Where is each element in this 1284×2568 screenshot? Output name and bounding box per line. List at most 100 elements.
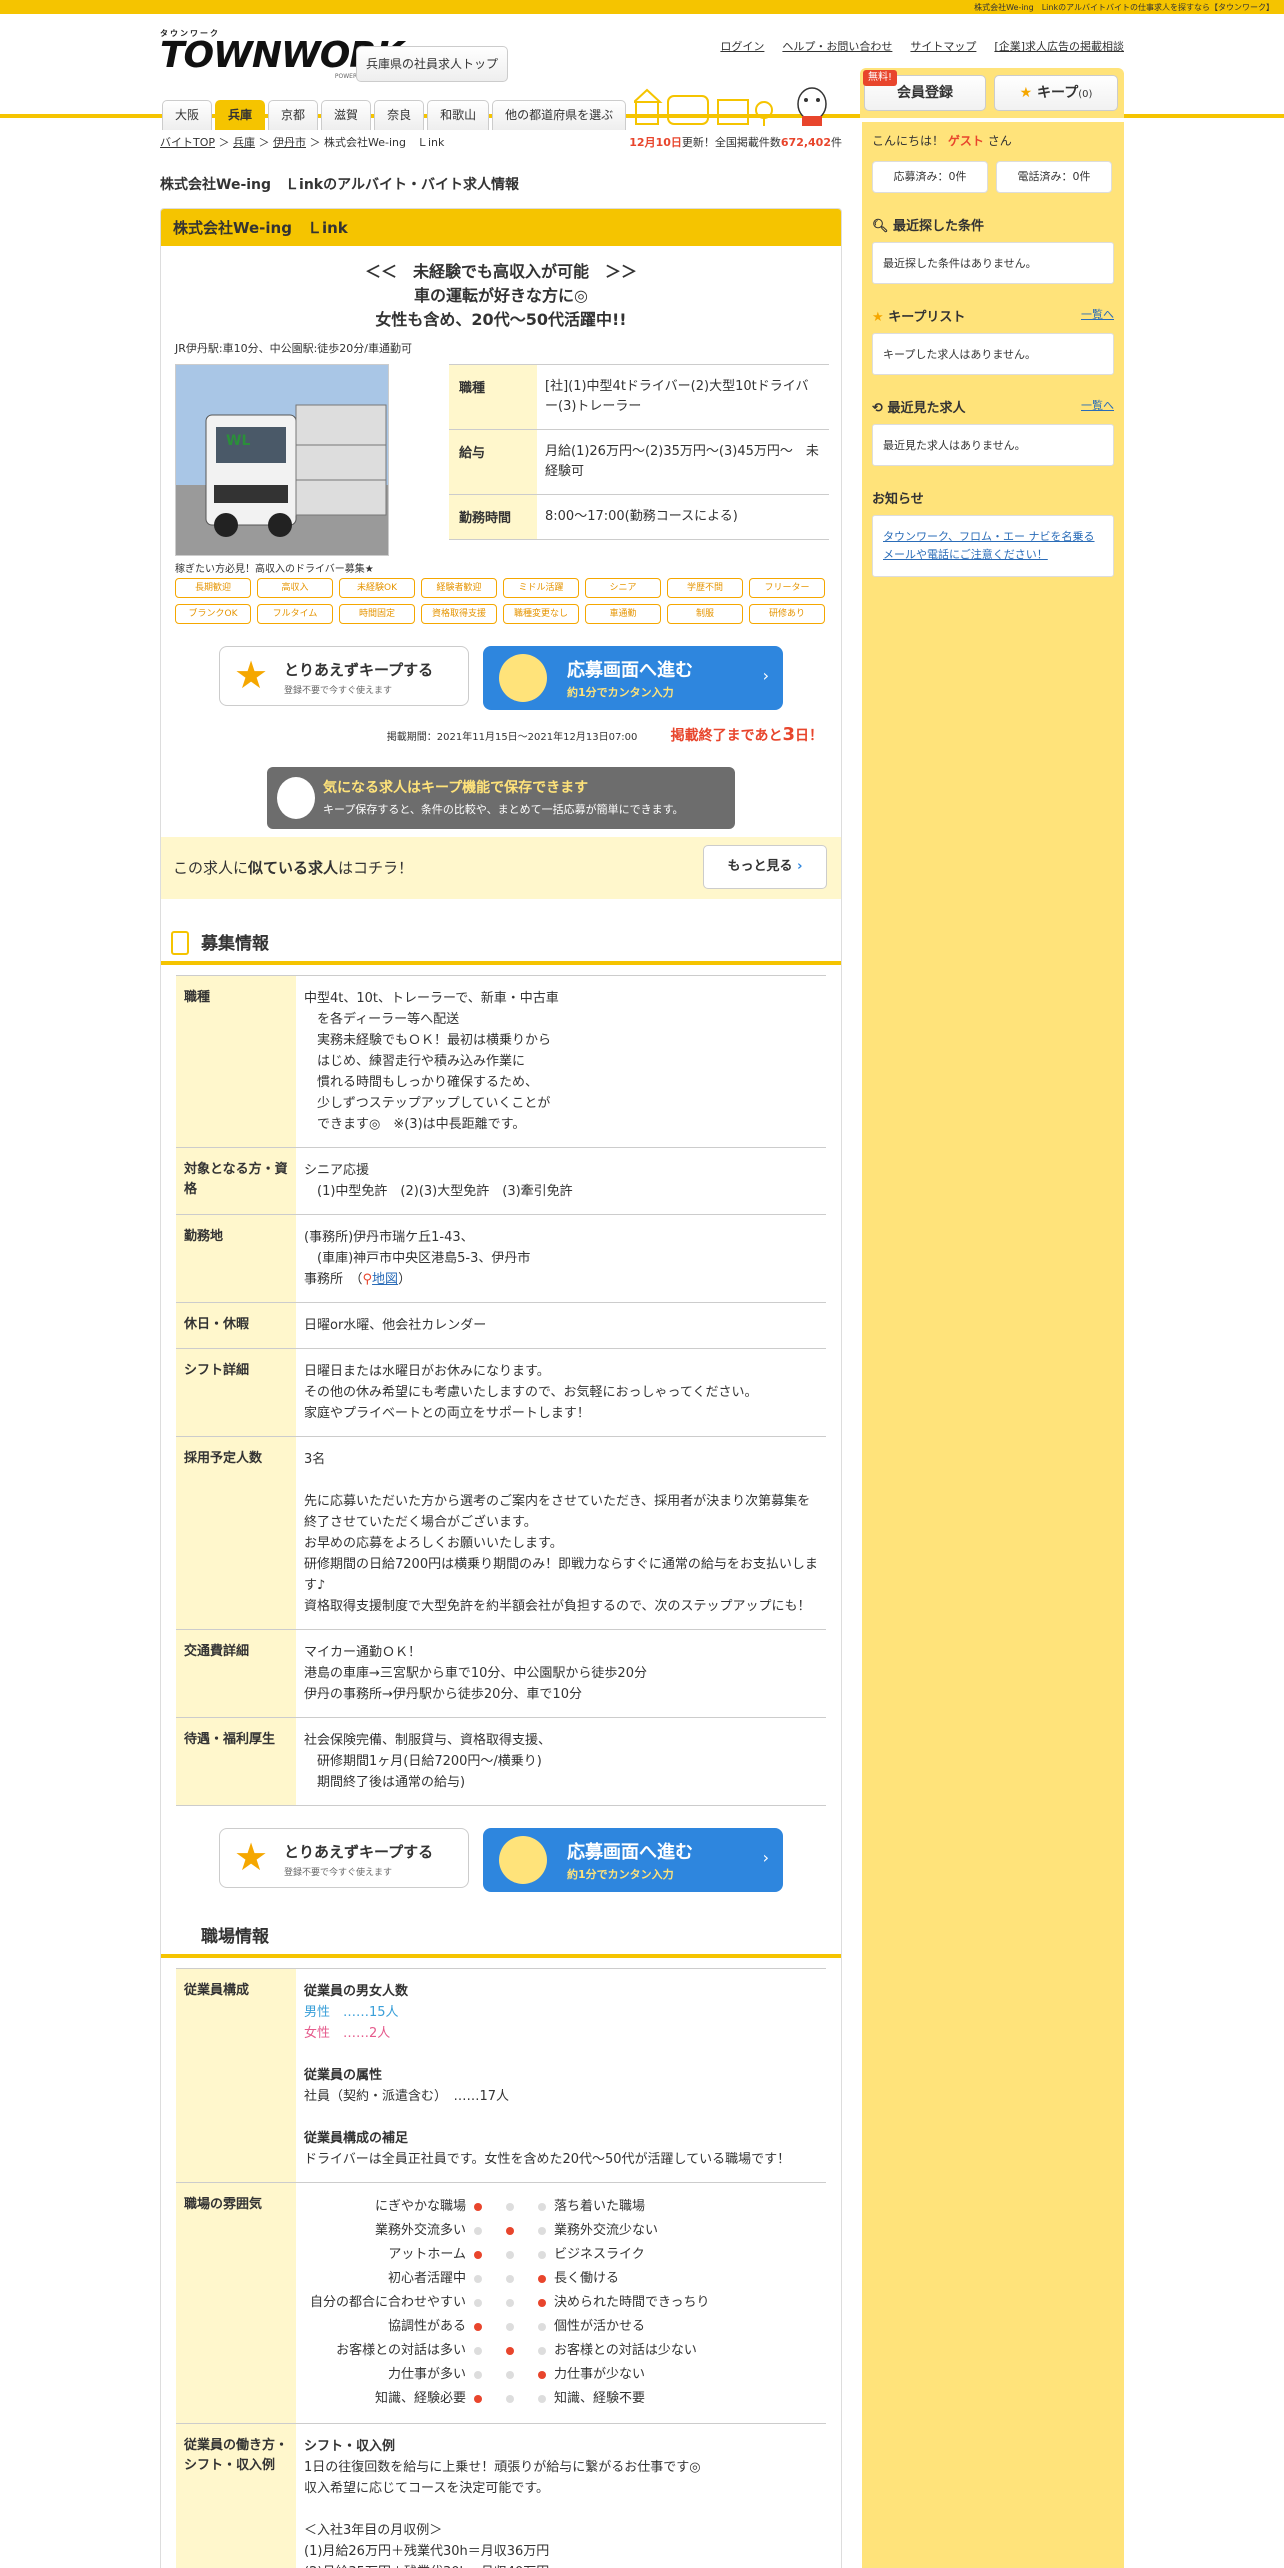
feature-tag[interactable]: ミドル活躍 — [503, 578, 579, 598]
more-similar-button[interactable]: もっと見る › — [703, 845, 827, 889]
called-count[interactable]: 電話済み：0件 — [996, 161, 1112, 193]
keep-button[interactable]: ★ とりあえずキープする 登録不要で今すぐ使えます — [219, 1828, 469, 1888]
scale-dot — [506, 2347, 514, 2355]
atmosphere-row: 自分の都合に合わせやすい 決められた時間できっちり — [309, 2295, 710, 2310]
access-info: JR伊丹駅:車10分、中公園駅:徒歩20分/車通勤可 — [175, 342, 412, 355]
atmosphere-row: にぎやかな職場 落ち着いた職場 — [374, 2199, 646, 2214]
feature-tag[interactable]: フルタイム — [257, 604, 333, 624]
scale-dot — [538, 2323, 546, 2331]
keep-feature-banner[interactable]: 気になる求人はキープ機能で保存できます キープ保存すると、条件の比較や、まとめて… — [267, 767, 735, 829]
job-summary-table: 職種 [社](1)中型4tドライバー(2)大型10tドライバー(3)トレーラー 給… — [449, 364, 829, 540]
atmosphere-row: 初心者活躍中 長く働ける — [387, 2271, 620, 2286]
site-header: タウンワーク TOWNWORK POWERED BY RECRUIT 兵庫県の社… — [0, 14, 1284, 130]
scale-dot — [474, 2395, 482, 2403]
main-column: バイトTOP ＞ 兵庫 ＞ 伊丹市 ＞ 株式会社We-ing Ｌink 12月1… — [160, 122, 842, 2568]
atmosphere-scale: にぎやかな職場 落ち着いた職場 業務外交流多い 業務外交流少ない アットホーム ビジネスラ… — [296, 2183, 826, 2423]
action-buttons: ★ とりあえずキープする 登録不要で今すぐ使えます 応募画面へ進む 約1分でカン… — [161, 646, 841, 710]
scale-dot — [506, 2299, 514, 2307]
history-icon: ⟲ — [872, 401, 883, 416]
feature-tag[interactable]: 研修あり — [749, 604, 825, 624]
star-icon: ★ — [1019, 85, 1033, 101]
map-link[interactable]: 地図 — [372, 1272, 398, 1287]
breadcrumb-itami[interactable]: 伊丹市 — [273, 136, 306, 149]
scale-dot — [506, 2251, 514, 2259]
scale-dot — [474, 2347, 482, 2355]
atmosphere-row: 知識、経験必要 知識、経験不要 — [374, 2391, 646, 2406]
sitemap-link[interactable]: サイトマップ — [910, 38, 976, 54]
feature-tag[interactable]: 資格取得支援 — [421, 604, 497, 624]
breadcrumb-hyogo[interactable]: 兵庫 — [233, 136, 255, 149]
recent-search-box: 最近探した条件はありません。 — [872, 242, 1114, 284]
summary-row: 職種 [社](1)中型4tドライバー(2)大型10tドライバー(3)トレーラー — [449, 364, 829, 430]
member-register-button[interactable]: 無料! 会員登録 — [863, 70, 986, 111]
map-pin-icon: ⚲ — [362, 1272, 373, 1287]
photo-caption: 稼ぎたい方必見！高収入のドライバー募集★ — [175, 564, 374, 575]
scale-dot — [474, 2227, 482, 2235]
scale-dot — [538, 2347, 546, 2355]
detail-row: 職種 中型4t、10t、トレーラーで、新車・中古車 を各ディーラー等へ配送 実務未… — [176, 976, 826, 1148]
scale-dot — [474, 2323, 482, 2331]
keep-list-button[interactable]: ★ キープ(0) — [994, 75, 1118, 111]
scale-dot — [474, 2251, 482, 2259]
detail-row: 待遇・福利厚生 社会保険完備、制服貸与、資格取得支援、 研修期間1ヶ月(日給720… — [176, 1718, 826, 1806]
recruit-info-heading: 募集情報 — [161, 929, 841, 965]
atmosphere-row: 協調性がある 個性が活かせる — [387, 2319, 646, 2334]
mascot-icon — [499, 1836, 547, 1884]
top-strip: 株式会社We-ing Linkのアルバイトバイトの仕事求人を探すなら【タウンワー… — [0, 0, 1284, 14]
chevron-right-icon: › — [762, 1848, 769, 1867]
recently-viewed-link[interactable]: 一覧へ — [1081, 397, 1114, 413]
feature-tag[interactable]: シニア — [585, 578, 661, 598]
feature-tag[interactable]: 未経験OK — [339, 578, 415, 598]
star-icon: ★ — [234, 1835, 269, 1879]
breadcrumb-top[interactable]: バイトTOP — [160, 136, 215, 149]
feature-tag[interactable]: 職種変更なし — [503, 604, 579, 624]
prefecture-top-button[interactable]: 兵庫県の社員求人トップ — [356, 46, 508, 82]
feature-tag[interactable]: ブランクOK — [175, 604, 251, 624]
free-badge: 無料! — [863, 70, 898, 86]
feature-tag[interactable]: 車通勤 — [585, 604, 661, 624]
apply-button[interactable]: 応募画面へ進む 約1分でカンタン入力 › — [483, 646, 783, 710]
apply-button[interactable]: 応募画面へ進む 約1分でカンタン入力 › — [483, 1828, 783, 1892]
feature-tag[interactable]: フリーター — [749, 578, 825, 598]
scale-dot — [506, 2275, 514, 2283]
detail-row: 従業員構成 従業員の男女人数 男性 ……15人 女性 ……2人 従業員の属性 社… — [176, 1969, 826, 2183]
total-count: 12月10日更新！全国掲載件数672,402件 — [629, 136, 842, 149]
keep-button[interactable]: ★ とりあえずキープする 登録不要で今すぐ使えます — [219, 646, 469, 706]
atmosphere-row: お客様との対話は多い お客様との対話は少ない — [336, 2343, 697, 2358]
help-link[interactable]: ヘルプ・お問い合わせ — [782, 38, 892, 54]
keep-list-link[interactable]: 一覧へ — [1081, 306, 1114, 322]
search-icon: 🔍︎ — [872, 219, 889, 234]
detail-row: 職場の雰囲気 にぎやかな職場 落ち着いた職場 業務外交流多い 業務外交流少ない アットホ… — [176, 2183, 826, 2424]
applied-count[interactable]: 応募済み：0件 — [872, 161, 988, 193]
feature-tag[interactable]: 時間固定 — [339, 604, 415, 624]
breadcrumb-current: 株式会社We-ing Ｌink — [324, 136, 445, 149]
scale-dot — [538, 2371, 546, 2379]
posting-period: 掲載期間：2021年11月15日～2021年12月13日07:00 掲載終了まで… — [386, 724, 823, 745]
feature-tag[interactable]: 長期歓迎 — [175, 578, 251, 598]
mascot-icon — [277, 777, 315, 819]
scale-dot — [538, 2227, 546, 2235]
keep-list-heading: ★ キープリスト 一覧へ — [872, 306, 1114, 325]
login-link[interactable]: ログイン — [720, 38, 764, 54]
similar-jobs-bar: この求人に似ている求人はコチラ！ もっと見る › — [161, 837, 841, 899]
chevron-right-icon: › — [762, 666, 769, 685]
star-icon: ★ — [872, 310, 884, 325]
page-title: 株式会社We-ing Ｌinkのアルバイト・バイト求人情報 — [160, 177, 519, 193]
workplace-info-heading: 職場情報 — [161, 1922, 841, 1958]
feature-tag[interactable]: 学歴不問 — [667, 578, 743, 598]
memo-icon — [171, 931, 189, 955]
advertise-link[interactable]: [企業]求人広告の掲載相談 — [994, 38, 1124, 54]
detail-row: 採用予定人数 3名 先に応募いただいた方から選考のご案内をさせていただき、採用者が… — [176, 1437, 826, 1630]
scale-dot — [474, 2203, 482, 2211]
feature-tags: 長期歓迎 高収入 未経験OK 経験者歓迎 ミドル活躍 シニア 学歴不問 フリータ… — [161, 578, 841, 624]
notice-link[interactable]: タウンワーク、フロム・エー ナビを名乗るメールや電話にご注意ください！ — [883, 530, 1095, 561]
detail-row: シフト詳細 日曜日または水曜日がお休みになります。 その他の休み希望にも考慮いたし… — [176, 1349, 826, 1437]
scale-dot — [506, 2323, 514, 2331]
feature-tag[interactable]: 高収入 — [257, 578, 333, 598]
job-card: 株式会社We-ing Ｌink ＜＜ 未経験でも高収入が可能 ＞＞ 車の運転が好… — [160, 208, 842, 2568]
feature-tag[interactable]: 経験者歓迎 — [421, 578, 497, 598]
header-links: ログイン ヘルプ・お問い合わせ サイトマップ [企業]求人広告の掲載相談 — [720, 38, 1124, 54]
feature-tag[interactable]: 制服 — [667, 604, 743, 624]
notice-heading: お知らせ — [872, 492, 924, 507]
scale-dot — [538, 2251, 546, 2259]
